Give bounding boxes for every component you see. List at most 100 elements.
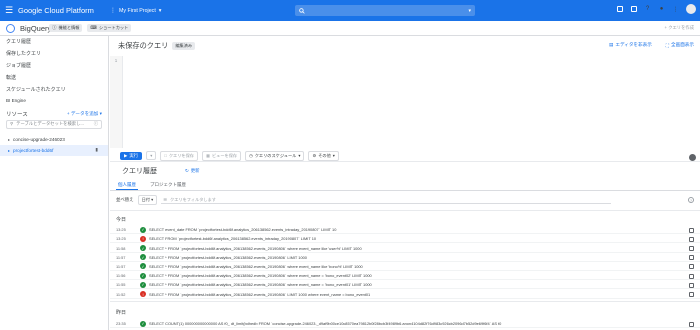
open-query-icon[interactable] [689,291,694,297]
sort-select[interactable]: 日付 ▾ [137,195,158,205]
history-filter-placeholder: クエリをフィルタします [170,196,216,202]
add-data-button[interactable]: + データを追加 ▾ [67,111,102,117]
gift-icon[interactable] [616,6,623,13]
hide-editor-button[interactable]: ▤ エディタを非表示 [609,42,652,48]
open-query-icon[interactable] [689,321,694,327]
resource-filter[interactable]: ⚲ テーブルとデータセットを検索し... ⓘ [6,119,102,129]
expand-arrow-icon[interactable]: ▸ [8,148,10,153]
save-query-button[interactable]: □ クエリを保存 [160,150,198,161]
error-icon: ! [140,235,146,242]
day-label-today: 今日 [116,217,127,223]
fullscreen-button[interactable]: ⛶ 全画面表示 [666,42,694,48]
feature-info-chip[interactable]: ⓘ 機能と情報 [49,24,83,32]
save-view-button[interactable]: ▦ ビューを保存 [201,150,242,161]
resource-tree: ▸ concise-upgrade-246023 ▸ projectfortes… [0,134,108,156]
history-row[interactable]: 23:35 ✓ SELECT COUNT(1) 000000000000000 AS… [110,320,700,329]
open-query-icon[interactable] [689,282,694,288]
tab-project-history[interactable]: プロジェクト履歴 [148,180,188,190]
gutter-divider [122,56,123,148]
cloud-shell-icon[interactable] [630,6,637,13]
history-filter-input[interactable]: ☰ クエリをフィルタします [161,196,612,204]
history-row[interactable]: 11:55 ✓ SELECT * FROM `projectfortest-bdd6… [110,281,700,290]
expand-arrow-icon[interactable]: ▸ [8,137,10,142]
history-row[interactable]: 13:25! SELECT FROM `projectfortest-bdd6f.… [110,235,700,244]
history-row-time: 11:55 [116,282,126,288]
clock-icon: ◷ [249,153,253,158]
avatar[interactable] [686,4,696,14]
history-filter-row: 並べ替え 日付 ▾ ☰ クエリをフィルタします ? [110,194,700,206]
open-query-icon[interactable] [689,245,694,251]
sidebar-item-saved-queries[interactable]: 保存したクエリ [0,48,108,60]
help-icon[interactable]: ? [644,6,651,13]
history-row-time: 11:58 [116,245,126,251]
sidebar: クエリ履歴 保存したクエリ ジョブ履歴 転送 スケジュールされたクエリ BI E… [0,36,109,330]
history-row[interactable]: 11:57 ✓ SELECT * FROM `projectfortest-bdd6… [110,263,700,272]
query-editor[interactable]: 1 [110,56,700,148]
sidebar-item-transfers[interactable]: 転送 [0,71,108,83]
open-query-icon[interactable] [689,264,694,270]
history-row-query: SELECT * FROM `projectfortest-bdd6f.anal… [149,263,363,269]
product-header: BigQuery ⓘ 機能と情報 ⌨ ショートカット + クエリを作成 [0,21,700,36]
project-selector[interactable]: ⋮ My First Project ▾ [110,7,290,15]
history-row-query: SELECT event_date FROM `projectfortest-b… [149,227,337,233]
resources-header: リソース + データを追加 ▾ [0,109,108,119]
run-button[interactable]: ▶ 実行 [120,151,143,160]
history-row[interactable]: 11:56 ✓ SELECT * FROM `projectfortest-bdd6… [110,272,700,281]
menu-icon[interactable]: ☰ [0,5,18,16]
refresh-icon: ↻ [185,168,189,173]
history-row-time: 13:25 [116,227,126,233]
pin-icon[interactable]: ▮ [95,147,98,153]
divider [110,210,700,211]
history-row-query: SELECT * FROM `projectfortest-bdd6f.anal… [149,273,372,279]
notifications-icon[interactable]: ● [658,6,665,13]
history-tabs: 個人履歴 プロジェクト履歴 [110,180,700,191]
tab-personal-history[interactable]: 個人履歴 [116,180,138,190]
editor-header: 未保存のクエリ 編集済み ▤ エディタを非表示 ⛶ 全画面表示 [110,36,700,56]
new-query-button[interactable]: + クエリを作成 [665,25,694,31]
history-header: クエリ履歴 ↻ 更新 [110,164,700,178]
sidebar-item-query-history[interactable]: クエリ履歴 [0,36,108,48]
search-bar[interactable]: ▾ [295,5,475,16]
schedule-query-button[interactable]: ◷ クエリのスケジュール ▾ [245,150,305,161]
new-query-label: クエリを作成 [668,25,694,30]
refresh-button[interactable]: ↻ 更新 [185,168,199,174]
more-vert-icon[interactable]: ⋮ [672,6,679,13]
history-row[interactable]: 11:57 ✓ SELECT * FROM `projectfortest-bdd6… [110,254,700,262]
shortcut-chip[interactable]: ⌨ ショートカット [87,24,132,32]
search-dropdown-icon[interactable]: ▾ [468,8,471,14]
history-title: クエリ履歴 [122,168,157,175]
sort-value: 日付 [141,197,150,202]
tree-item-project-selected[interactable]: ▸ projectfortest-bdd6f ▮ [0,144,108,156]
history-row[interactable]: 11:52! SELECT * FROM `projectfortest-bdd6… [110,290,700,299]
open-query-icon[interactable] [689,273,694,279]
editor-icon: ▤ [609,42,614,47]
view-icon: ▦ [205,153,210,158]
app-title[interactable]: Google Cloud Platform [18,6,110,15]
fullscreen-icon: ⛶ [665,42,670,48]
resource-filter-input[interactable]: テーブルとデータセットを検索し... [16,121,84,127]
error-icon: ! [140,291,146,298]
history-row-time: 13:25 [116,236,126,242]
success-icon: ✓ [140,272,146,279]
save-query-label: クエリを保存 [168,152,194,158]
tree-item-label: projectfortest-bdd6f [13,147,54,153]
save-view-label: ビューを保存 [211,152,238,158]
help-icon[interactable]: ⓘ [94,121,98,127]
sidebar-item-job-history[interactable]: ジョブ履歴 [0,60,108,72]
success-icon: ✓ [140,263,146,270]
open-query-icon[interactable] [689,255,694,261]
success-icon: ✓ [140,226,146,233]
open-query-icon[interactable] [689,236,694,242]
tree-item-label: concise-upgrade-246023 [13,136,65,142]
open-query-icon[interactable] [689,227,694,233]
tree-item-project[interactable]: ▸ concise-upgrade-246023 [0,134,108,145]
run-options-button[interactable]: ▾ [146,151,157,160]
history-row[interactable]: 11:58 ✓ SELECT * FROM `projectfortest-bdd6… [110,244,700,253]
sort-label: 並べ替え [116,197,134,202]
history-row[interactable]: 13:25 ✓ SELECT event_date FROM `projectfor… [110,226,700,235]
sidebar-item-bi-engine[interactable]: BI Engine [0,95,108,107]
editor-title: 未保存のクエリ [118,41,169,50]
help-icon[interactable]: ? [688,197,694,203]
more-button[interactable]: ⚙ その他 ▾ [308,150,339,161]
sidebar-item-scheduled-queries[interactable]: スケジュールされたクエリ [0,83,108,95]
